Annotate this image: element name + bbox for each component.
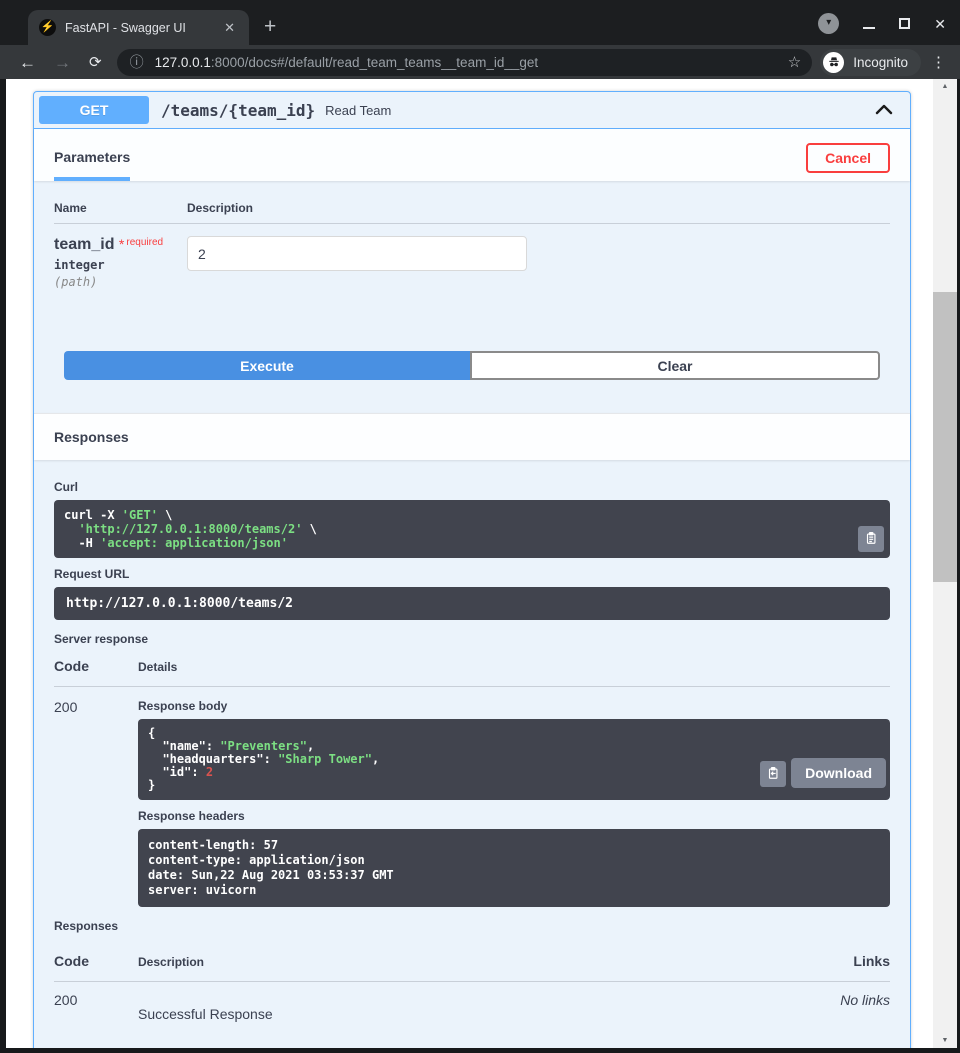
response-body-block: { "name": "Preventers", "headquarters": … [138,719,890,800]
server-response-table-header: Code Details [54,658,890,687]
operation-summary: Read Team [325,103,391,118]
maximize-button[interactable] [899,18,910,29]
column-name: Name [54,201,187,215]
address-bar[interactable]: ⓘ 127.0.0.1:8000/docs#/default/read_team… [117,49,813,76]
response-body-label: Response body [138,699,890,713]
scroll-up-icon[interactable]: ▲ [933,79,957,94]
fastapi-favicon-icon: ⚡ [39,19,56,36]
window-controls: ▾ ✕ [818,13,946,34]
swagger-page: GET /teams/{team_id} Read Team Parameter… [6,79,933,1048]
request-url-label: Request URL [54,567,890,581]
required-label: required [126,237,163,248]
response-details-cell: Response body { "name": "Preventers", "h… [138,699,890,907]
responses-section-header: Responses [34,413,910,460]
column-code: Code [54,658,138,674]
parameters-title: Parameters [54,143,130,181]
clear-button[interactable]: Clear [470,351,880,380]
incognito-badge: Incognito [820,49,921,76]
download-button[interactable]: Download [791,758,886,788]
browser-toolbar: ← → ⟳ ⓘ 127.0.0.1:8000/docs#/default/rea… [0,45,960,79]
clipboard-icon [766,766,780,783]
clipboard-icon [864,531,878,548]
browser-menu-icon[interactable]: ⋮ [921,53,950,71]
scrollbar-thumb[interactable] [933,292,957,582]
column-details: Details [138,660,177,674]
column-code: Code [54,953,138,969]
tab-title: FastAPI - Swagger UI [65,21,220,35]
incognito-label: Incognito [853,55,908,70]
parameter-location: (path) [54,275,187,289]
tab-close-icon[interactable]: ✕ [220,18,239,38]
execute-button-group: Execute Clear [64,351,880,380]
parameter-value-cell [187,236,527,289]
forward-icon[interactable]: → [45,54,80,71]
http-method-badge: GET [39,96,149,124]
column-description: Description [187,201,253,215]
response-description: Successful Response [138,1006,820,1022]
operation-block-get: GET /teams/{team_id} Read Team Parameter… [33,91,911,1048]
parameter-row: team_id *required integer (path) [54,224,890,289]
response-code: 200 [54,992,138,1022]
documented-responses-header: Code Description Links [54,953,890,982]
site-info-icon[interactable]: ⓘ [130,52,144,72]
response-description-cell: Successful Response [138,992,820,1022]
curl-command-block: curl -X 'GET' \ 'http://127.0.0.1:8000/t… [54,500,890,558]
column-links: Links [820,953,890,969]
page-scrollbar[interactable]: ▲ ▼ [933,79,957,1048]
response-headers-block: content-length: 57 content-type: applica… [138,829,890,907]
back-icon[interactable]: ← [10,54,45,71]
url-text: 127.0.0.1:8000/docs#/default/read_team_t… [155,55,788,70]
required-star: * [119,236,124,252]
url-path: :8000/docs#/default/read_team_teams__tea… [211,55,538,70]
collapse-operation-button[interactable] [875,103,893,118]
incognito-icon [823,52,844,73]
chevron-up-icon [875,103,893,118]
request-url-block: http://127.0.0.1:8000/teams/2 [54,587,890,620]
operation-header[interactable]: GET /teams/{team_id} Read Team [34,92,910,129]
operation-path: /teams/{team_id} [161,101,315,120]
copy-curl-button[interactable] [858,526,884,552]
team-id-input[interactable] [187,236,527,271]
parameter-meta: team_id *required integer (path) [54,236,187,289]
url-host: 127.0.0.1 [155,55,211,70]
close-window-button[interactable]: ✕ [934,17,946,31]
execute-button[interactable]: Execute [64,351,470,380]
browser-window: ⚡ FastAPI - Swagger UI ✕ + ▾ ✕ ← → ⟳ ⓘ 1… [0,0,960,1053]
curl-label: Curl [54,480,890,494]
responses-body: Curl curl -X 'GET' \ 'http://127.0.0.1:8… [34,460,910,1048]
documented-response-row: 200 Successful Response No links [54,982,890,1022]
column-description: Description [138,955,820,969]
new-tab-button[interactable]: + [264,16,276,37]
browser-tab[interactable]: ⚡ FastAPI - Swagger UI ✕ [28,10,249,45]
cancel-button[interactable]: Cancel [806,143,890,173]
server-response-row: 200 Response body { "name": "Preventers"… [54,687,890,907]
scroll-down-icon[interactable]: ▼ [933,1033,957,1048]
reload-icon[interactable]: ⟳ [80,55,111,70]
parameters-table-header: Name Description [54,201,890,224]
parameter-name: team_id [54,236,114,253]
documented-responses-label: Responses [54,919,890,933]
minimize-button[interactable] [863,27,875,29]
responses-title: Responses [54,429,129,445]
window-body: GET /teams/{team_id} Read Team Parameter… [0,79,960,1053]
server-response-label: Server response [54,632,890,646]
parameters-body: Name Description team_id *required integ… [34,181,910,413]
status-code: 200 [54,699,138,907]
browser-update-icon[interactable]: ▾ [818,13,839,34]
response-headers-label: Response headers [138,809,890,823]
copy-response-button[interactable] [760,761,786,787]
bookmark-star-icon[interactable]: ☆ [788,53,801,71]
parameters-section-header: Parameters Cancel [34,129,910,181]
response-links: No links [820,992,890,1022]
browser-titlebar: ⚡ FastAPI - Swagger UI ✕ + ▾ ✕ [0,0,960,45]
parameter-type: integer [54,258,187,272]
